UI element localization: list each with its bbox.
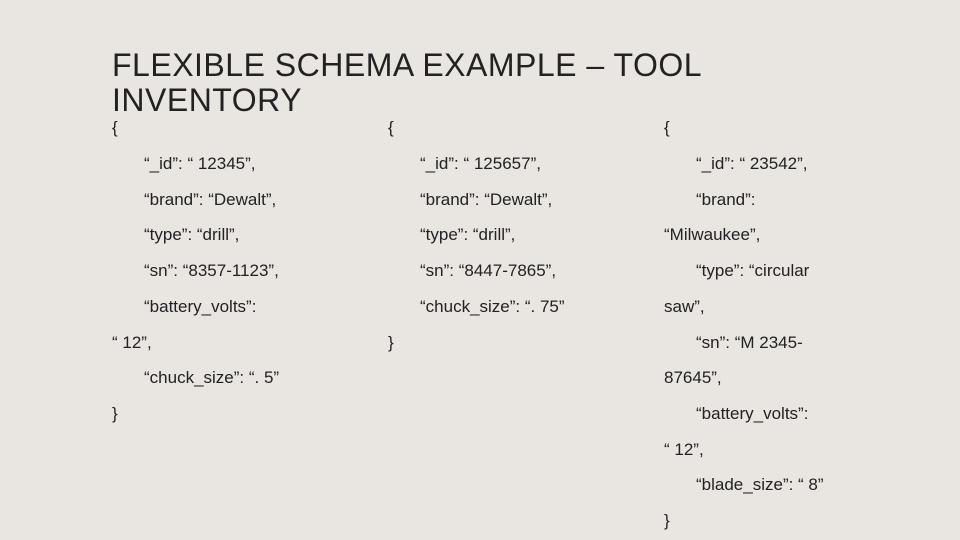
- json-field: “battery_volts”:: [696, 396, 900, 432]
- json-field-cont: 87645”,: [664, 360, 900, 396]
- json-field: “chuck_size”: “. 75”: [420, 289, 624, 325]
- json-field-cont: “ 12”,: [112, 325, 348, 361]
- open-brace: {: [664, 110, 900, 146]
- code-columns: { “_id”: “ 12345”, “brand”: “Dewalt”, “t…: [112, 110, 900, 538]
- json-field: “type”: “drill”,: [144, 217, 348, 253]
- json-field: “type”: “drill”,: [420, 217, 624, 253]
- json-field: “brand”: “Dewalt”,: [144, 182, 348, 218]
- json-field: “sn”: “8357-1123”,: [144, 253, 348, 289]
- close-brace: }: [664, 503, 900, 539]
- json-field-cont: “ 12”,: [664, 432, 900, 468]
- json-field: “brand”: “Dewalt”,: [420, 182, 624, 218]
- json-field: “brand”:: [696, 182, 900, 218]
- slide: FLEXIBLE SCHEMA EXAMPLE – TOOL INVENTORY…: [0, 0, 960, 540]
- json-field: “sn”: “M 2345-: [696, 325, 900, 361]
- json-field-cont: “Milwaukee”,: [664, 217, 900, 253]
- open-brace: {: [112, 110, 348, 146]
- json-field: “_id”: “ 125657”,: [420, 146, 624, 182]
- slide-title: FLEXIBLE SCHEMA EXAMPLE – TOOL INVENTORY: [112, 48, 900, 118]
- json-field: “battery_volts”:: [144, 289, 348, 325]
- json-block-1: { “_id”: “ 12345”, “brand”: “Dewalt”, “t…: [112, 110, 348, 538]
- close-brace: }: [112, 396, 348, 432]
- json-field: “type”: “circular: [696, 253, 900, 289]
- json-field: “blade_size”: “ 8”: [696, 467, 900, 503]
- json-field-cont: saw”,: [664, 289, 900, 325]
- json-field: “_id”: “ 12345”,: [144, 146, 348, 182]
- open-brace: {: [388, 110, 624, 146]
- json-field: “_id”: “ 23542”,: [696, 146, 900, 182]
- json-block-2: { “_id”: “ 125657”, “brand”: “Dewalt”, “…: [388, 110, 624, 538]
- json-field: “chuck_size”: “. 5”: [144, 360, 348, 396]
- close-brace: }: [388, 325, 624, 361]
- json-field: “sn”: “8447-7865”,: [420, 253, 624, 289]
- json-block-3: { “_id”: “ 23542”, “brand”: “Milwaukee”,…: [664, 110, 900, 538]
